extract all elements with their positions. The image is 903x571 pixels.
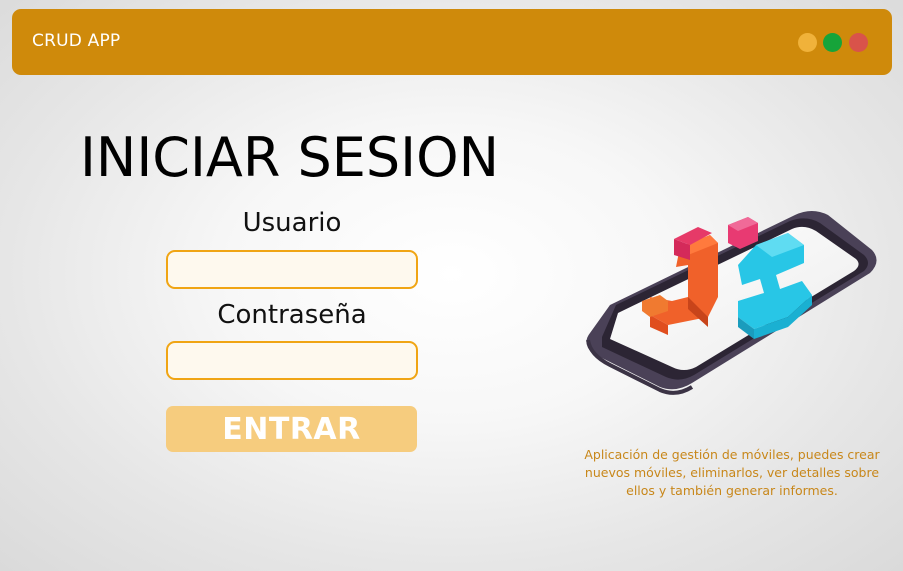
password-field[interactable]	[166, 341, 418, 380]
page-title: INICIAR SESION	[80, 126, 500, 189]
close-button[interactable]	[849, 33, 868, 52]
app-title: CRUD APP	[32, 31, 121, 51]
app-description: Aplicación de gestión de móviles, puedes…	[584, 447, 880, 498]
phone-js-logo-icon	[586, 211, 877, 395]
login-button[interactable]: ENTRAR	[166, 406, 417, 452]
title-bar: CRUD APP	[12, 9, 892, 75]
password-label: Contraseña	[217, 300, 367, 330]
minimize-button[interactable]	[798, 33, 817, 52]
username-label: Usuario	[242, 208, 342, 238]
username-field[interactable]	[166, 250, 418, 289]
maximize-button[interactable]	[823, 33, 842, 52]
